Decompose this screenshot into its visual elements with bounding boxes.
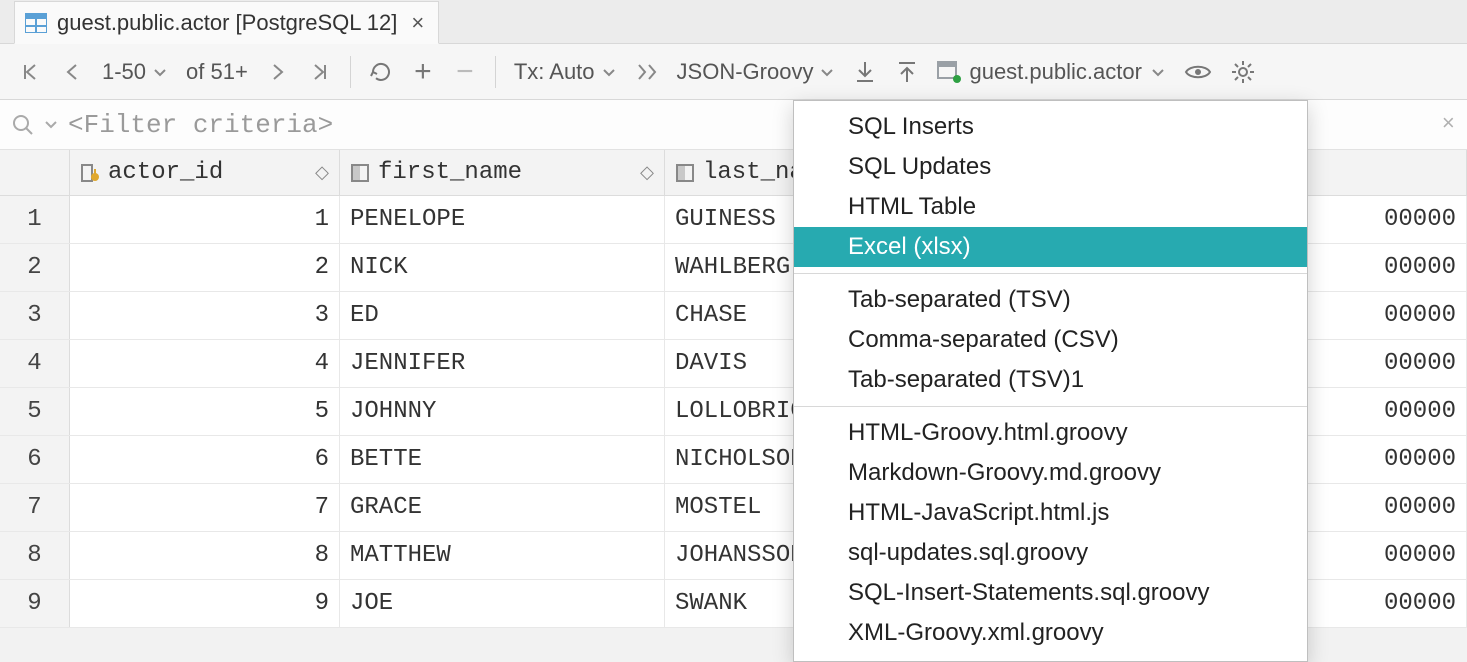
next-page-button[interactable] bbox=[266, 56, 290, 88]
cell-first-name[interactable]: JOE bbox=[340, 580, 665, 627]
prev-page-button[interactable] bbox=[60, 56, 84, 88]
menu-separator bbox=[794, 406, 1307, 407]
search-icon[interactable] bbox=[12, 114, 34, 136]
cell-first-name[interactable]: JOHNNY bbox=[340, 388, 665, 435]
cell-first-name[interactable]: GRACE bbox=[340, 484, 665, 531]
menu-item[interactable]: Excel (xlsx) bbox=[794, 227, 1307, 267]
cell-first-name[interactable]: PENELOPE bbox=[340, 196, 665, 243]
cell-actor-id[interactable]: 4 bbox=[70, 340, 340, 387]
download-button[interactable] bbox=[853, 56, 877, 88]
row-number: 5 bbox=[0, 388, 70, 435]
more-actions-button[interactable] bbox=[635, 56, 659, 88]
cell-first-name[interactable]: BETTE bbox=[340, 436, 665, 483]
menu-item[interactable]: sql-updates.sql.groovy bbox=[794, 533, 1307, 573]
column-header-actor-id[interactable]: actor_id ◇ bbox=[70, 150, 340, 195]
menu-item[interactable]: SQL Updates bbox=[794, 147, 1307, 187]
editor-tab[interactable]: guest.public.actor [PostgreSQL 12] × bbox=[14, 1, 439, 44]
cell-actor-id[interactable]: 9 bbox=[70, 580, 340, 627]
cell-first-name[interactable]: ED bbox=[340, 292, 665, 339]
add-row-button[interactable]: + bbox=[411, 56, 435, 88]
editor-tab-bar: guest.public.actor [PostgreSQL 12] × bbox=[0, 0, 1467, 44]
page-range[interactable]: 1-50 bbox=[102, 59, 168, 85]
row-number: 6 bbox=[0, 436, 70, 483]
menu-item[interactable]: SQL-Insert-Statements.sql.groovy bbox=[794, 573, 1307, 613]
cell-actor-id[interactable]: 6 bbox=[70, 436, 340, 483]
sort-indicator-icon[interactable]: ◇ bbox=[640, 162, 654, 184]
menu-item[interactable]: Tab-separated (TSV) bbox=[794, 280, 1307, 320]
menu-item[interactable]: HTML-JavaScript.html.js bbox=[794, 493, 1307, 533]
menu-separator bbox=[794, 273, 1307, 274]
menu-item[interactable]: Markdown-Groovy.md.groovy bbox=[794, 453, 1307, 493]
export-format-menu: SQL InsertsSQL UpdatesHTML TableExcel (x… bbox=[793, 100, 1308, 662]
cell-first-name[interactable]: JENNIFER bbox=[340, 340, 665, 387]
cell-actor-id[interactable]: 7 bbox=[70, 484, 340, 531]
row-number: 1 bbox=[0, 196, 70, 243]
menu-item[interactable]: HTML-Groovy.html.groovy bbox=[794, 413, 1307, 453]
row-number: 8 bbox=[0, 532, 70, 579]
column-name: actor_id bbox=[108, 159, 223, 186]
cell-actor-id[interactable]: 8 bbox=[70, 532, 340, 579]
column-icon bbox=[350, 163, 370, 183]
page-total: of 51+ bbox=[186, 59, 248, 85]
cell-actor-id[interactable]: 3 bbox=[70, 292, 340, 339]
column-header-first-name[interactable]: first_name ◇ bbox=[340, 150, 665, 195]
sort-indicator-icon[interactable]: ◇ bbox=[315, 162, 329, 184]
row-number-header bbox=[0, 150, 70, 195]
tx-mode-dropdown[interactable]: Tx: Auto bbox=[514, 59, 617, 85]
menu-item[interactable]: XML-Groovy.xml.groovy bbox=[794, 613, 1307, 653]
upload-button[interactable] bbox=[895, 56, 919, 88]
separator bbox=[350, 56, 351, 88]
first-page-button[interactable] bbox=[18, 56, 42, 88]
table-reference-dropdown[interactable]: guest.public.actor bbox=[937, 59, 1165, 85]
reload-button[interactable] bbox=[369, 56, 393, 88]
tab-title: guest.public.actor [PostgreSQL 12] bbox=[57, 10, 397, 36]
table-reference-label: guest.public.actor bbox=[969, 59, 1141, 85]
row-number: 2 bbox=[0, 244, 70, 291]
cell-actor-id[interactable]: 5 bbox=[70, 388, 340, 435]
data-toolbar: 1-50 of 51+ + − Tx: Auto JSON-Groovy bbox=[0, 44, 1467, 100]
primary-key-column-icon bbox=[80, 163, 100, 183]
row-number: 4 bbox=[0, 340, 70, 387]
tx-mode-label: Tx: Auto bbox=[514, 59, 595, 85]
cell-actor-id[interactable]: 1 bbox=[70, 196, 340, 243]
view-toggle-button[interactable] bbox=[1184, 56, 1212, 88]
cell-first-name[interactable]: NICK bbox=[340, 244, 665, 291]
export-format-dropdown[interactable]: JSON-Groovy bbox=[677, 59, 836, 85]
row-number: 3 bbox=[0, 292, 70, 339]
separator bbox=[495, 56, 496, 88]
database-table-icon bbox=[937, 61, 961, 83]
table-icon bbox=[25, 13, 47, 33]
last-page-button[interactable] bbox=[308, 56, 332, 88]
remove-row-button[interactable]: − bbox=[453, 56, 477, 88]
row-number: 9 bbox=[0, 580, 70, 627]
row-number: 7 bbox=[0, 484, 70, 531]
settings-button[interactable] bbox=[1230, 56, 1256, 88]
menu-item[interactable]: SQL Inserts bbox=[794, 107, 1307, 147]
menu-item[interactable]: Comma-separated (CSV) bbox=[794, 320, 1307, 360]
clear-filter-button[interactable]: × bbox=[1442, 112, 1455, 137]
column-name: first_name bbox=[378, 159, 522, 186]
filter-placeholder[interactable]: <Filter criteria> bbox=[68, 110, 333, 140]
column-icon bbox=[675, 163, 695, 183]
chevron-down-icon bbox=[1150, 64, 1166, 80]
chevron-down-icon bbox=[152, 64, 168, 80]
export-format-label: JSON-Groovy bbox=[677, 59, 814, 85]
page-range-label: 1-50 bbox=[102, 59, 146, 85]
menu-item[interactable]: Tab-separated (TSV)1 bbox=[794, 360, 1307, 400]
chevron-down-icon bbox=[819, 64, 835, 80]
chevron-down-icon bbox=[601, 64, 617, 80]
filter-chevron-icon[interactable] bbox=[44, 118, 58, 132]
cell-first-name[interactable]: MATTHEW bbox=[340, 532, 665, 579]
cell-actor-id[interactable]: 2 bbox=[70, 244, 340, 291]
close-icon[interactable]: × bbox=[407, 10, 428, 36]
menu-item[interactable]: HTML Table bbox=[794, 187, 1307, 227]
